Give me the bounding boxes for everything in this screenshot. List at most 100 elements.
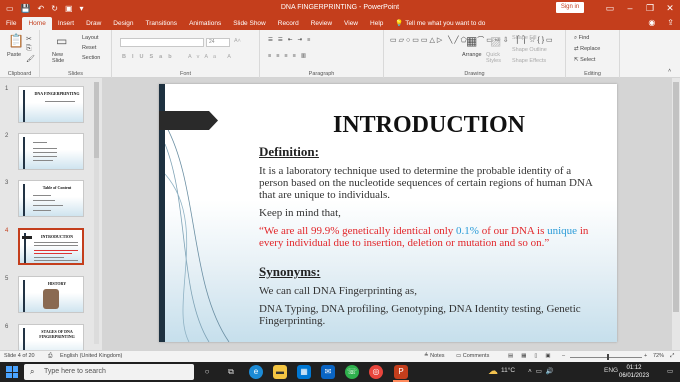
format-buttons[interactable]: BIUSab bbox=[122, 54, 178, 60]
slide-thumbnail[interactable] bbox=[18, 133, 84, 170]
slide-thumbnail-selected[interactable]: INTRODUCTION bbox=[18, 228, 84, 265]
tab-help[interactable]: Help bbox=[364, 17, 389, 30]
notifications-icon[interactable]: ▭ bbox=[667, 367, 673, 375]
replace-button[interactable]: ⇄ Replace bbox=[574, 46, 600, 52]
redo-icon[interactable]: ↻ bbox=[51, 4, 58, 13]
tab-draw[interactable]: Draw bbox=[80, 17, 107, 30]
tab-slide-show[interactable]: Slide Show bbox=[227, 17, 272, 30]
chrome-icon[interactable]: ◎ bbox=[369, 365, 383, 379]
language-status[interactable]: English (United Kingdom) bbox=[60, 353, 122, 359]
autosave-icon[interactable]: ▭ bbox=[6, 4, 14, 13]
paste-button[interactable]: Paste bbox=[7, 52, 21, 58]
tab-home[interactable]: Home bbox=[22, 17, 52, 30]
weather-temp[interactable]: 11°C bbox=[501, 367, 515, 374]
shape-effects-button[interactable]: Shape Effects bbox=[512, 58, 546, 64]
keep-in-mind-text[interactable]: Keep in mind that, bbox=[259, 207, 341, 219]
maximize-button[interactable]: ❐ bbox=[640, 0, 660, 16]
section-button[interactable]: Section bbox=[82, 55, 100, 61]
font-color-icons[interactable]: AvAa A bbox=[188, 54, 236, 60]
definition-text[interactable]: It is a laboratory technique used to det… bbox=[259, 165, 594, 201]
zoom-out-icon[interactable]: – bbox=[562, 353, 565, 359]
reset-button[interactable]: Reset bbox=[82, 45, 96, 51]
sign-in-button[interactable]: Sign in bbox=[556, 2, 584, 13]
windows-start-icon[interactable] bbox=[6, 366, 18, 378]
tab-review[interactable]: Review bbox=[305, 17, 338, 30]
ribbon-display-icon[interactable]: ▭ bbox=[600, 0, 620, 16]
font-name-box[interactable] bbox=[120, 38, 204, 47]
task-view-icon[interactable]: ⧉ bbox=[224, 365, 238, 379]
record-icon[interactable]: ◉ bbox=[648, 18, 655, 27]
synonyms-intro[interactable]: We can call DNA Fingerprinting as, bbox=[259, 285, 417, 297]
slide-thumbnail-panel: 1 DNA FINGERPRINTING 2 3 Table of Conten… bbox=[0, 78, 102, 361]
format-painter-icon[interactable]: 🖌 bbox=[26, 55, 35, 63]
present-icon[interactable]: ▣ bbox=[65, 4, 73, 13]
definition-heading[interactable]: Definition: bbox=[259, 145, 319, 158]
tab-file[interactable]: File bbox=[0, 17, 22, 30]
spellcheck-icon[interactable]: ⎙ bbox=[48, 353, 52, 360]
tab-record[interactable]: Record bbox=[272, 17, 305, 30]
quick-styles-button[interactable]: Quick Styles bbox=[486, 52, 506, 64]
comments-button[interactable]: ▭ Comments bbox=[456, 353, 489, 359]
tell-me-search[interactable]: 💡 Tell me what you want to do bbox=[395, 17, 485, 30]
new-slide-icon[interactable]: ▭ bbox=[56, 34, 67, 48]
close-button[interactable]: ✕ bbox=[660, 0, 680, 16]
paste-icon[interactable]: 📋 bbox=[8, 33, 24, 49]
slide-thumbnail[interactable]: Table of Content bbox=[18, 180, 84, 217]
arrange-icon[interactable]: ▦ bbox=[466, 34, 477, 48]
select-button[interactable]: ⇱ Select bbox=[574, 57, 595, 63]
font-size-box[interactable]: 24 bbox=[206, 38, 230, 47]
store-icon[interactable]: ▦ bbox=[297, 365, 311, 379]
file-explorer-icon[interactable]: ▬ bbox=[273, 365, 287, 379]
find-button[interactable]: ⌕ Find bbox=[574, 35, 589, 42]
slide-thumbnail[interactable]: HISTORY bbox=[18, 276, 84, 313]
thumbnail-scrollbar[interactable] bbox=[94, 82, 99, 344]
powerpoint-icon[interactable]: P bbox=[394, 365, 408, 379]
arrange-button[interactable]: Arrange bbox=[462, 52, 482, 58]
zoom-slider-thumb[interactable] bbox=[607, 354, 609, 360]
zoom-in-icon[interactable]: + bbox=[644, 353, 647, 359]
tab-design[interactable]: Design bbox=[107, 17, 139, 30]
copy-icon[interactable]: ⎘ bbox=[26, 45, 32, 53]
quote-text[interactable]: “We are all 99.9% genetically identical … bbox=[259, 225, 594, 249]
shape-fill-button[interactable]: Shape Fill bbox=[512, 35, 536, 41]
quick-styles-icon[interactable]: ▨ bbox=[490, 34, 501, 48]
input-language[interactable]: ENG bbox=[604, 367, 618, 374]
shape-outline-button[interactable]: Shape Outline bbox=[512, 47, 547, 53]
synonyms-heading[interactable]: Synonyms: bbox=[259, 265, 320, 278]
ribbon-tabs: File Home Insert Draw Design Transitions… bbox=[0, 16, 680, 30]
taskbar-clock[interactable]: 01:12 06/01/2023 bbox=[619, 364, 649, 380]
slide-thumbnail[interactable]: DNA FINGERPRINTING bbox=[18, 86, 84, 123]
align-buttons[interactable]: ≡≡≡≡▥ bbox=[268, 53, 311, 59]
cortana-icon[interactable]: ○ bbox=[200, 365, 214, 379]
whatsapp-icon[interactable]: ☏ bbox=[345, 365, 359, 379]
customize-qat-icon[interactable]: ▾ bbox=[80, 4, 84, 13]
zoom-level[interactable]: 72% bbox=[653, 353, 664, 359]
tab-animations[interactable]: Animations bbox=[183, 17, 227, 30]
minimize-button[interactable]: – bbox=[620, 0, 640, 16]
taskbar-search[interactable]: ⌕ Type here to search bbox=[24, 364, 194, 380]
layout-button[interactable]: Layout bbox=[82, 35, 99, 41]
view-buttons[interactable]: ▤▦▯▣ bbox=[508, 353, 559, 359]
slide-canvas[interactable]: INTRODUCTION Definition: It is a laborat… bbox=[159, 84, 617, 342]
tab-view[interactable]: View bbox=[338, 17, 364, 30]
tab-insert[interactable]: Insert bbox=[52, 17, 80, 30]
undo-icon[interactable]: ↶ bbox=[38, 4, 45, 13]
collapse-ribbon-icon[interactable]: ˄ bbox=[668, 68, 671, 74]
grow-font-icon[interactable]: A˄ bbox=[234, 38, 241, 44]
cut-icon[interactable]: ✂ bbox=[26, 35, 32, 43]
slide-title[interactable]: INTRODUCTION bbox=[309, 112, 549, 139]
tab-transitions[interactable]: Transitions bbox=[140, 17, 184, 30]
notes-button[interactable]: ≜ Notes bbox=[424, 353, 445, 359]
mail-icon[interactable]: ✉ bbox=[321, 365, 335, 379]
fit-slide-icon[interactable]: ⤢ bbox=[670, 353, 674, 360]
synonyms-list[interactable]: DNA Typing, DNA profiling, Genotyping, D… bbox=[259, 303, 599, 327]
edge-icon[interactable]: e bbox=[249, 365, 263, 379]
system-tray-icons[interactable]: ˄▭🔊 bbox=[528, 367, 558, 375]
new-slide-button[interactable]: New Slide bbox=[52, 52, 72, 64]
share-icon[interactable]: ⇪ bbox=[667, 18, 674, 27]
weather-icon[interactable]: ☁ bbox=[486, 365, 500, 379]
zoom-slider[interactable] bbox=[570, 357, 642, 358]
list-buttons[interactable]: ☰☰⇤⇥≡ bbox=[268, 37, 315, 43]
save-icon[interactable]: 💾 bbox=[21, 4, 31, 13]
editor-scrollbar[interactable] bbox=[672, 78, 680, 350]
